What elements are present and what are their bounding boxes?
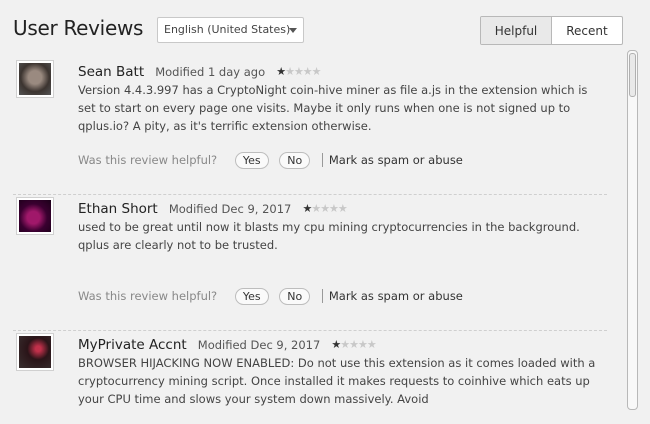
reviewer-name[interactable]: Ethan Short: [78, 201, 158, 217]
review-header: Sean Batt Modified 1 day ago ★★★★★: [78, 61, 322, 80]
star-icon: ★: [276, 65, 286, 78]
helpful-row: Was this review helpful? Yes No Mark as …: [78, 152, 463, 169]
reviewer-name[interactable]: MyPrivate Accnt: [78, 337, 187, 353]
language-select-value: English (United States): [164, 23, 291, 36]
modified-date: Modified 1 day ago: [155, 65, 266, 79]
star-rating: ★★★★★: [302, 202, 347, 215]
star-rating: ★★★★★: [331, 338, 376, 351]
avatar[interactable]: [17, 334, 53, 370]
review-item: MyPrivate Accnt Modified Dec 9, 2017 ★★★…: [0, 331, 620, 424]
no-button[interactable]: No: [279, 288, 311, 305]
reviews-header: User Reviews English (United States) Hel…: [0, 0, 650, 60]
review-text: Version 4.4.3.997 has a CryptoNight coin…: [78, 83, 588, 133]
star-rating: ★★★★★: [276, 65, 321, 78]
yes-button[interactable]: Yes: [234, 152, 269, 169]
reviewer-name[interactable]: Sean Batt: [78, 64, 144, 80]
review-header: MyPrivate Accnt Modified Dec 9, 2017 ★★★…: [78, 334, 377, 353]
spam-link[interactable]: Mark as spam or abuse: [321, 289, 463, 303]
avatar[interactable]: [17, 198, 53, 234]
star-icon: ★: [302, 202, 312, 215]
tab-helpful[interactable]: Helpful: [481, 17, 552, 44]
yes-button[interactable]: Yes: [234, 288, 269, 305]
review-item: Ethan Short Modified Dec 9, 2017 ★★★★★ u…: [0, 195, 620, 331]
sort-toggle: Helpful Recent: [480, 16, 623, 45]
scrollbar[interactable]: [627, 50, 638, 410]
review-item: Sean Batt Modified 1 day ago ★★★★★ Versi…: [0, 58, 620, 195]
star-icon: ★★★★: [285, 65, 321, 78]
spam-link[interactable]: Mark as spam or abuse: [321, 153, 463, 167]
review-header: Ethan Short Modified Dec 9, 2017 ★★★★★: [78, 198, 348, 217]
star-icon: ★: [331, 338, 341, 351]
no-button[interactable]: No: [279, 152, 311, 169]
review-list: Sean Batt Modified 1 day ago ★★★★★ Versi…: [0, 58, 620, 424]
page-title: User Reviews: [13, 16, 144, 40]
tab-recent[interactable]: Recent: [552, 17, 622, 44]
helpful-prompt: Was this review helpful?: [78, 153, 218, 167]
helpful-prompt: Was this review helpful?: [78, 289, 218, 303]
helpful-row: Was this review helpful? Yes No Mark as …: [78, 288, 463, 305]
review-text: used to be great until now it blasts my …: [78, 220, 580, 252]
review-text: BROWSER HIJACKING NOW ENABLED: Do not us…: [78, 356, 596, 406]
avatar[interactable]: [17, 61, 53, 97]
modified-date: Modified Dec 9, 2017: [197, 338, 321, 352]
modified-date: Modified Dec 9, 2017: [168, 202, 292, 216]
scrollbar-thumb[interactable]: [629, 53, 636, 97]
language-select[interactable]: English (United States): [157, 17, 304, 43]
star-icon: ★★★★: [340, 338, 376, 351]
star-icon: ★★★★: [311, 202, 347, 215]
chevron-down-icon: [289, 28, 297, 33]
